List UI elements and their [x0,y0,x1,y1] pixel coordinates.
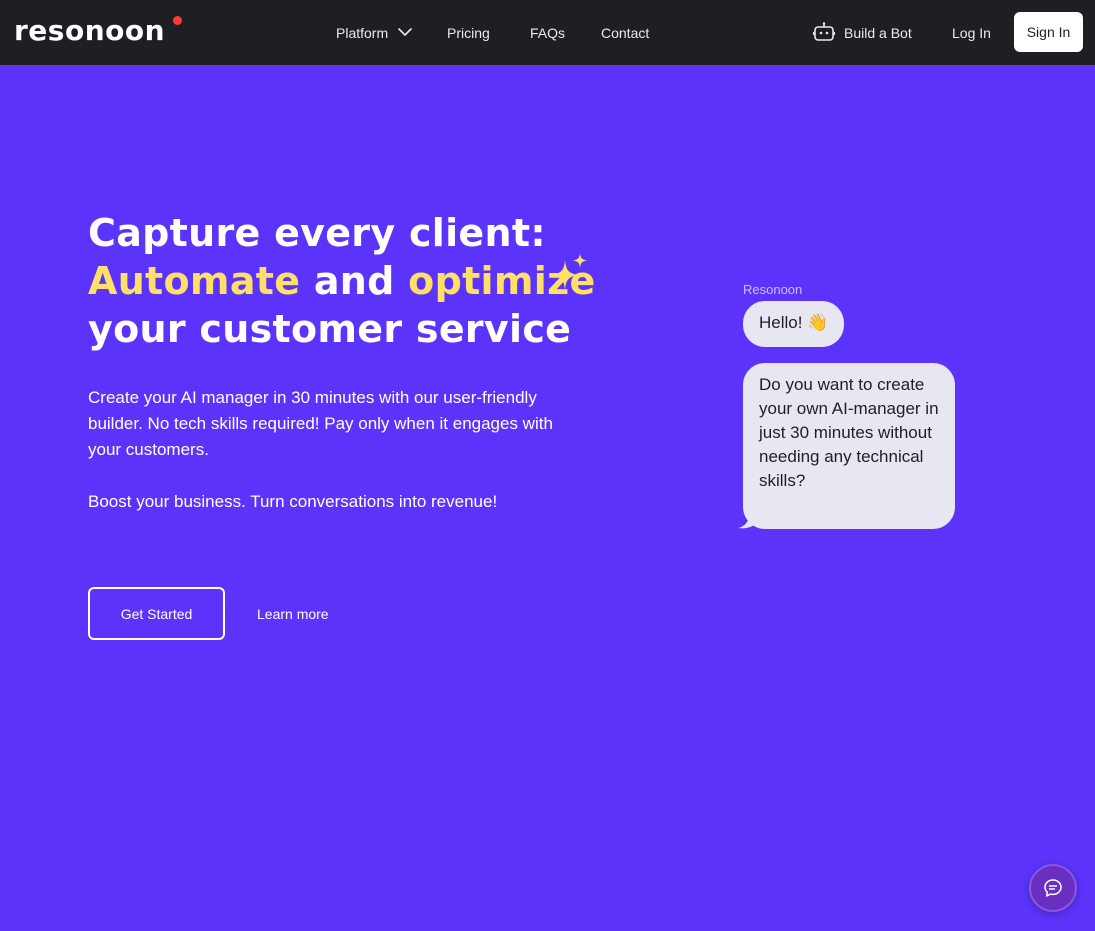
hero-description: Create your AI manager in 30 minutes wit… [88,388,553,459]
headline-and: and [300,259,409,303]
nav-pricing[interactable]: Pricing [447,24,490,42]
headline-line3: your customer service [88,307,572,351]
login-link[interactable]: Log In [952,24,991,42]
chat-bubble-icon [1044,879,1062,897]
nav-contact[interactable]: Contact [601,24,649,42]
logo[interactable]: resonoon [14,14,165,48]
logo-dot [173,16,182,25]
sparkle-icon [552,253,587,290]
headline-line1: Capture every client: [88,211,546,255]
learn-more-link[interactable]: Learn more [257,605,329,623]
chat-bubble-greeting: Hello! 👋 [743,301,845,347]
nav-platform[interactable]: Platform [336,24,388,42]
signin-button[interactable]: Sign In [1014,12,1083,52]
hero-tagline: Boost your business. Turn conversations … [88,492,498,511]
headline-accent-automate: Automate [88,259,301,303]
chat-widget-button[interactable] [1029,864,1077,912]
chat-sender-name: Resonoon [743,282,803,297]
chat-bubble-question: Do you want to create your own AI-manage… [743,363,955,529]
robot-icon[interactable] [813,22,835,42]
chevron-down-icon[interactable] [398,27,412,37]
build-bot-link[interactable]: Build a Bot [844,24,912,42]
nav-faqs[interactable]: FAQs [530,24,565,42]
get-started-button[interactable]: Get Started [88,587,225,640]
site-header: resonoon Platform Pricing FAQs Contact B… [0,0,1095,65]
